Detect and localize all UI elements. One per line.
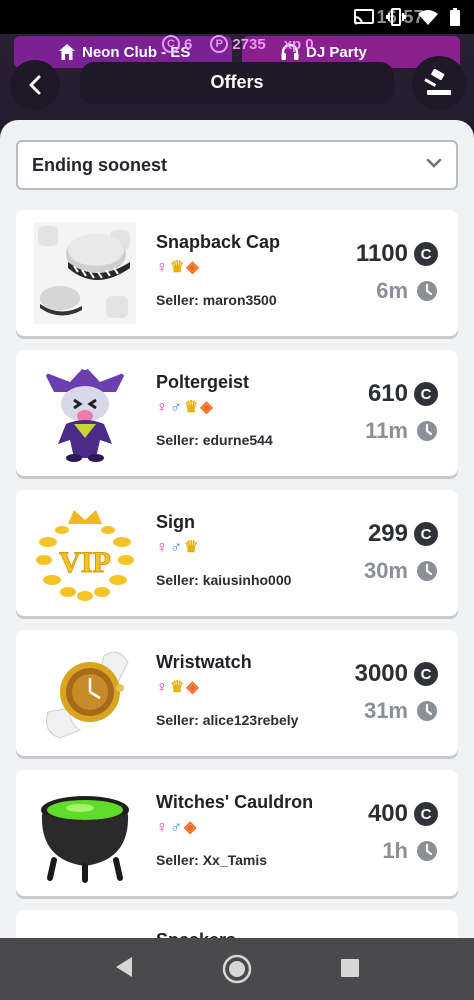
wifi-icon <box>418 10 438 25</box>
sort-dropdown[interactable]: Ending soonest <box>16 140 458 190</box>
nav-back-icon[interactable] <box>114 956 134 978</box>
male-icon: ♂ <box>170 539 182 556</box>
female-icon: ♀ <box>156 399 168 416</box>
offer-tags: ♀ ♛ ◈ <box>156 258 199 278</box>
clock-icon <box>417 701 437 721</box>
sort-selected-value: Ending soonest <box>32 154 167 175</box>
female-icon: ♀ <box>156 539 168 556</box>
offer-tags: ♀ ♛ ◈ <box>156 678 199 698</box>
crown-icon: ♛ <box>184 539 199 556</box>
offer-tags: ♀ ♂ ◈ <box>156 818 196 838</box>
offer-seller: Seller: Xx_Tamis <box>156 852 268 868</box>
credits-icon: C <box>414 662 438 686</box>
gem-icon: ◈ <box>186 259 199 276</box>
svg-text:VIP: VIP <box>59 546 111 579</box>
offer-time-left: 30m <box>363 558 408 583</box>
female-icon: ♀ <box>156 679 168 696</box>
points-icon: P <box>210 35 229 53</box>
tab-dj-party-label: DJ Party <box>306 43 367 61</box>
vip-sign-thumbnail: VIP <box>34 502 136 604</box>
gem-icon: ◈ <box>184 819 197 836</box>
offer-card[interactable]: Witches' Cauldron ♀ ♂ ◈ Seller: Xx_Tamis… <box>16 770 458 896</box>
female-icon: ♀ <box>156 259 168 276</box>
offer-name: Poltergeist <box>156 372 250 392</box>
gem-icon: ◈ <box>200 399 213 416</box>
home-icon <box>59 44 75 60</box>
crown-icon: ♛ <box>170 259 185 276</box>
credits-icon: C <box>414 522 438 546</box>
crown-icon: ♛ <box>170 679 185 696</box>
offer-seller: Seller: edurne544 <box>156 432 273 448</box>
cast-icon <box>354 9 374 25</box>
offer-price: 299 <box>367 520 408 547</box>
nav-recents-icon[interactable] <box>340 958 360 978</box>
offer-price: 400 <box>367 800 408 827</box>
poltergeist-thumbnail <box>34 362 136 464</box>
offer-card[interactable]: Speakers <box>16 910 458 938</box>
gem-icon: ◈ <box>186 679 199 696</box>
credits-icon: C <box>414 802 438 826</box>
back-button[interactable] <box>10 60 60 110</box>
credits-icon: C <box>162 35 180 53</box>
offer-time-left: 1h <box>382 838 408 863</box>
offer-price: 1100 <box>355 240 408 267</box>
offer-price: 3000 <box>354 660 408 687</box>
offer-tags: ♀ ♂ ♛ <box>156 538 198 558</box>
offer-seller: Seller: kaiusinho000 <box>156 572 292 588</box>
nav-home-icon[interactable] <box>222 954 252 984</box>
offer-time-left: 31m <box>363 698 408 723</box>
offer-name: Witches' Cauldron <box>156 792 314 812</box>
wristwatch-thumbnail <box>34 642 136 744</box>
auction-button[interactable] <box>412 56 466 110</box>
clock-icon <box>417 841 437 861</box>
system-nav-bar <box>0 938 474 1000</box>
currency-bar: C 6 P 2735 xp 0 <box>162 34 314 54</box>
offer-card[interactable]: VIP Sign ♀ ♂ ♛ Seller: kaiusinho000 299 … <box>16 490 458 616</box>
back-arrow-icon <box>29 75 41 95</box>
offer-card[interactable]: Poltergeist ♀ ♂ ♛ ◈ Seller: edurne544 61… <box>16 350 458 476</box>
chevron-down-icon <box>426 158 442 168</box>
snapback-cap-thumbnail <box>34 222 136 324</box>
vibrate-icon <box>386 8 406 26</box>
xp-label: xp <box>283 35 302 53</box>
offer-card[interactable]: Wristwatch ♀ ♛ ◈ Seller: alice123rebely … <box>16 630 458 756</box>
offer-name: Sign <box>156 512 195 532</box>
offer-name: Snapback Cap <box>156 232 281 252</box>
offer-seller: Seller: maron3500 <box>156 292 277 308</box>
offer-name: Wristwatch <box>156 652 252 672</box>
clock-icon <box>417 561 437 581</box>
offers-panel: Ending soonest Snapback Cap ♀ ♛ ◈ Seller… <box>0 120 474 938</box>
offer-seller: Seller: alice123rebely <box>156 712 299 728</box>
page-title: Offers <box>210 72 264 92</box>
points-value: 2735 <box>232 35 266 53</box>
offer-name: Speakers <box>156 930 236 938</box>
offer-tags: ♀ ♂ ♛ ◈ <box>156 398 213 418</box>
battery-icon <box>450 8 460 26</box>
witches-cauldron-thumbnail <box>34 782 136 884</box>
offer-time-left: 11m <box>365 418 408 443</box>
offer-price: 610 <box>367 380 408 407</box>
credits-icon: C <box>414 242 438 266</box>
crown-icon: ♛ <box>184 399 199 416</box>
status-bar: 16:57 <box>0 0 474 34</box>
xp-value: 0 <box>305 35 314 53</box>
male-icon: ♂ <box>170 399 182 416</box>
auction-gavel-icon <box>424 69 451 95</box>
clock-icon <box>417 421 437 441</box>
male-icon: ♂ <box>170 819 182 836</box>
clock-icon <box>417 281 437 301</box>
offer-time-left: 6m <box>376 278 408 303</box>
female-icon: ♀ <box>156 819 168 836</box>
offer-card[interactable]: Snapback Cap ♀ ♛ ◈ Seller: maron3500 110… <box>16 210 458 336</box>
credits-value: 6 <box>184 35 193 53</box>
credits-icon: C <box>414 382 438 406</box>
